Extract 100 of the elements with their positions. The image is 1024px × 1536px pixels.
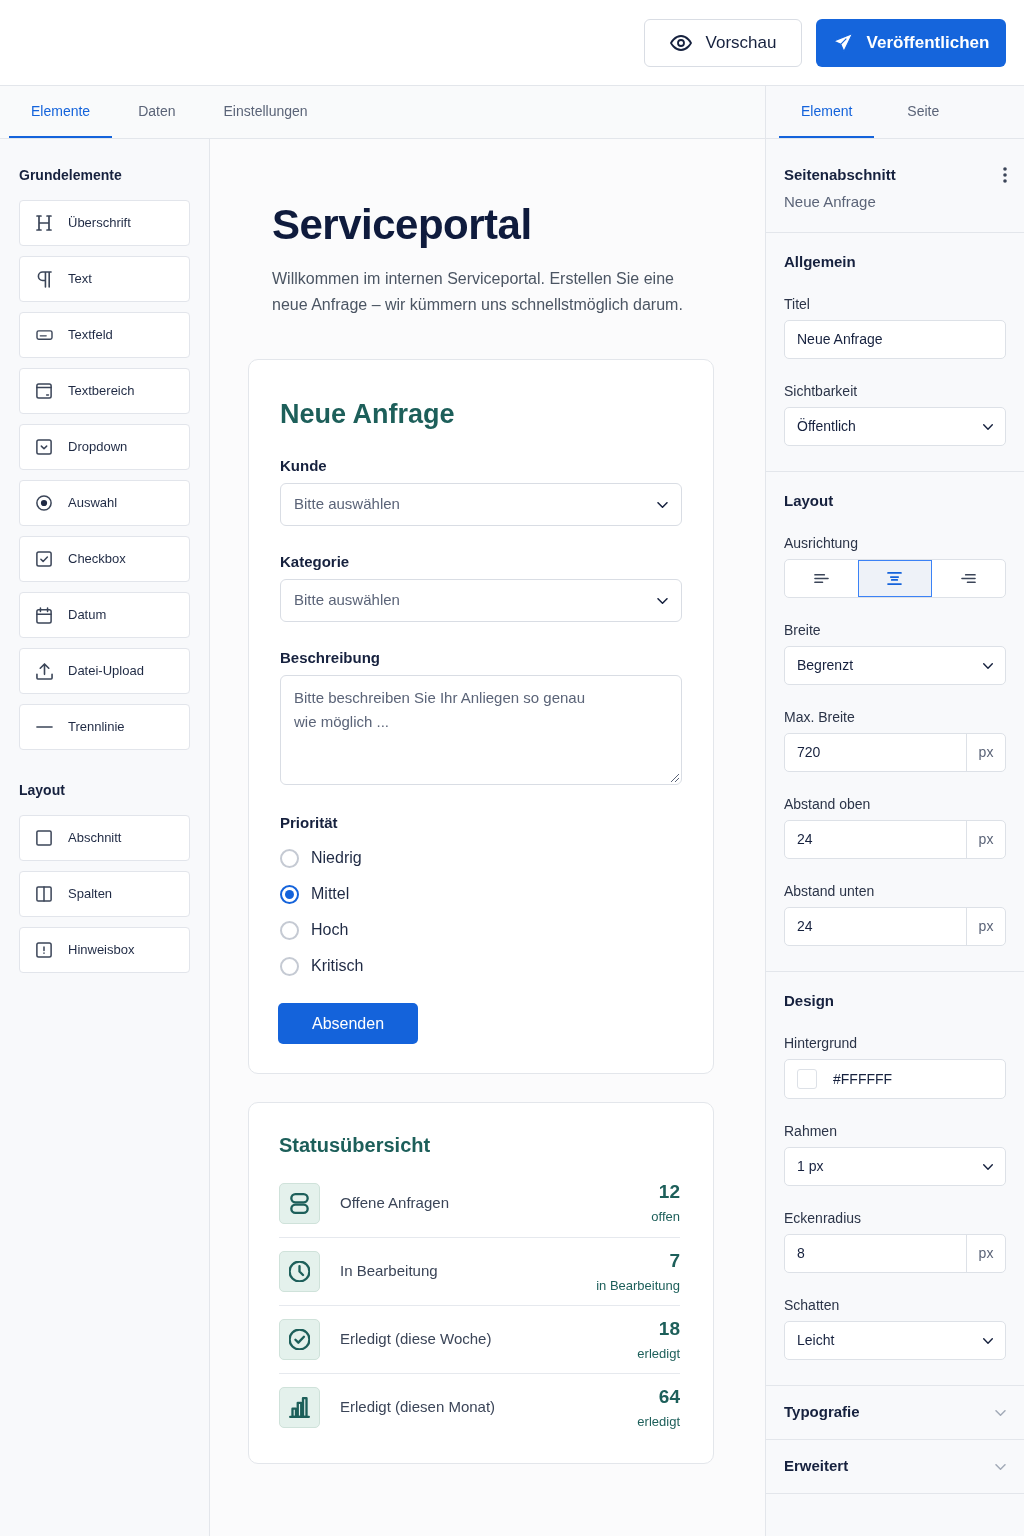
- color-field[interactable]: #FFFFFF: [784, 1059, 1006, 1099]
- field-label: Kategorie: [280, 552, 351, 572]
- status-count: 7: [669, 1249, 680, 1272]
- select-field[interactable]: 1 px: [784, 1147, 1006, 1186]
- submit-button[interactable]: Absenden: [278, 1003, 418, 1044]
- palette-item[interactable]: Überschrift: [19, 200, 190, 246]
- unit-addon: px: [966, 821, 1005, 858]
- radio-icon: [36, 495, 52, 511]
- paper-plane-icon: [832, 32, 853, 53]
- chevron-down-icon: [983, 423, 993, 430]
- chevron-down-icon: [657, 597, 668, 604]
- radio-button[interactable]: [280, 884, 299, 904]
- chevron-down-icon: [995, 1409, 1006, 1416]
- palette-item[interactable]: Hinweisbox: [19, 927, 190, 973]
- status-unit: in Bearbeitung: [596, 1276, 680, 1294]
- section-title: Allgemein: [784, 252, 857, 272]
- tab[interactable]: Seite: [885, 86, 962, 138]
- status-count: 12: [658, 1181, 680, 1203]
- kebab-icon: [1003, 167, 1007, 183]
- section-title: Layout: [784, 491, 835, 511]
- field-label: Hintergrund: [784, 1034, 859, 1052]
- square-icon: [36, 830, 52, 846]
- field-label: Sichtbarkeit: [784, 382, 859, 400]
- align-option[interactable]: [858, 560, 932, 597]
- palette-item[interactable]: Trennlinie: [19, 704, 190, 750]
- field-label: Abstand unten: [784, 882, 876, 900]
- group-heading: Layout: [19, 781, 66, 799]
- status-label: In Bearbeitung: [340, 1261, 439, 1282]
- chevron-down-icon: [995, 1463, 1006, 1470]
- stack-icon: [279, 1182, 320, 1224]
- select-field[interactable]: Leicht: [784, 1321, 1006, 1360]
- status-unit: offen: [651, 1208, 680, 1225]
- field-label: Abstand oben: [784, 795, 872, 813]
- select-field[interactable]: Begrenzt: [784, 646, 1006, 685]
- field-label: Ausrichtung: [784, 534, 859, 552]
- section-header[interactable]: Typografie: [766, 1386, 1024, 1440]
- pilcrow-icon: [36, 270, 52, 288]
- form-title: Neue Anfrage: [280, 398, 456, 430]
- section-header[interactable]: Erweitert: [766, 1440, 1024, 1494]
- radio-label: Mittel: [311, 884, 350, 904]
- inspector-title: Seitenabschnitt: [784, 165, 896, 185]
- bar-chart-icon: [279, 1387, 320, 1428]
- alert-square-icon: [36, 942, 52, 958]
- radio-label: Niedrig: [311, 848, 362, 868]
- select-field[interactable]: Öffentlich: [784, 407, 1006, 446]
- chevron-down-icon: [983, 1337, 993, 1344]
- chevron-down-icon: [983, 662, 993, 669]
- number-field[interactable]: 24 px: [784, 820, 1006, 859]
- palette-item[interactable]: Textfeld: [19, 312, 190, 358]
- field-label: Titel: [784, 295, 811, 313]
- group-heading: Grundelemente: [19, 166, 123, 184]
- palette-item[interactable]: Text: [19, 256, 190, 302]
- palette-item[interactable]: Datei-Upload: [19, 648, 190, 694]
- section-title: Design: [784, 991, 835, 1011]
- more-options-button[interactable]: [1001, 165, 1009, 185]
- status-unit: erledigt: [637, 1344, 680, 1362]
- number-field[interactable]: 24 px: [784, 907, 1006, 946]
- resize-handle-icon[interactable]: [671, 774, 679, 782]
- tab[interactable]: Daten: [116, 86, 198, 138]
- checkbox-icon: [36, 551, 52, 567]
- unit-addon: px: [966, 734, 1005, 771]
- align-left-icon: [814, 572, 830, 585]
- field-label: Eckenradius: [784, 1209, 863, 1227]
- palette-item[interactable]: Spalten: [19, 871, 190, 917]
- textarea-field[interactable]: Bitte beschreiben Sie Ihr Anliegen so genau wie möglich ...: [280, 675, 682, 785]
- palette-item[interactable]: Checkbox: [19, 536, 190, 582]
- palette-item[interactable]: Textbereich: [19, 368, 190, 414]
- chevron-square-icon: [36, 439, 52, 455]
- select-field[interactable]: Bitte auswählen: [280, 483, 682, 526]
- text-field[interactable]: Neue Anfrage: [784, 320, 1006, 359]
- chevron-down-icon: [983, 1163, 993, 1170]
- radio-label: Kritisch: [311, 956, 364, 976]
- eye-icon: [669, 34, 692, 51]
- number-field[interactable]: 8 px: [784, 1234, 1006, 1273]
- status-unit: erledigt: [637, 1412, 680, 1430]
- status-count: 18: [658, 1317, 680, 1340]
- preview-button[interactable]: Vorschau: [644, 18, 802, 67]
- clock-icon: [279, 1251, 320, 1292]
- select-field[interactable]: Bitte auswählen: [280, 579, 682, 622]
- palette-item[interactable]: Auswahl: [19, 480, 190, 526]
- horizontal-line-icon: [35, 726, 53, 728]
- tab[interactable]: Element: [779, 86, 875, 138]
- palette-item[interactable]: Dropdown: [19, 424, 190, 470]
- tab[interactable]: Einstellungen: [201, 86, 330, 138]
- field-label: Max. Breite: [784, 708, 856, 726]
- number-field[interactable]: 720 px: [784, 733, 1006, 772]
- palette-item[interactable]: Abschnitt: [19, 815, 190, 861]
- letter-h-icon: [36, 215, 52, 231]
- textarea-icon: [36, 383, 52, 399]
- field-label: Schatten: [784, 1296, 841, 1314]
- chevron-down-icon: [657, 501, 668, 508]
- unit-addon: px: [966, 1235, 1005, 1272]
- palette-item[interactable]: Datum: [19, 592, 190, 638]
- upload-icon: [35, 662, 53, 680]
- publish-button[interactable]: Veröffentlichen: [816, 18, 1006, 67]
- field-label: Rahmen: [784, 1122, 838, 1140]
- align-right-icon: [960, 572, 976, 585]
- text-input-icon: [35, 330, 53, 340]
- field-label: Kunde: [280, 456, 328, 476]
- inspector-subtitle: Neue Anfrage: [784, 192, 877, 212]
